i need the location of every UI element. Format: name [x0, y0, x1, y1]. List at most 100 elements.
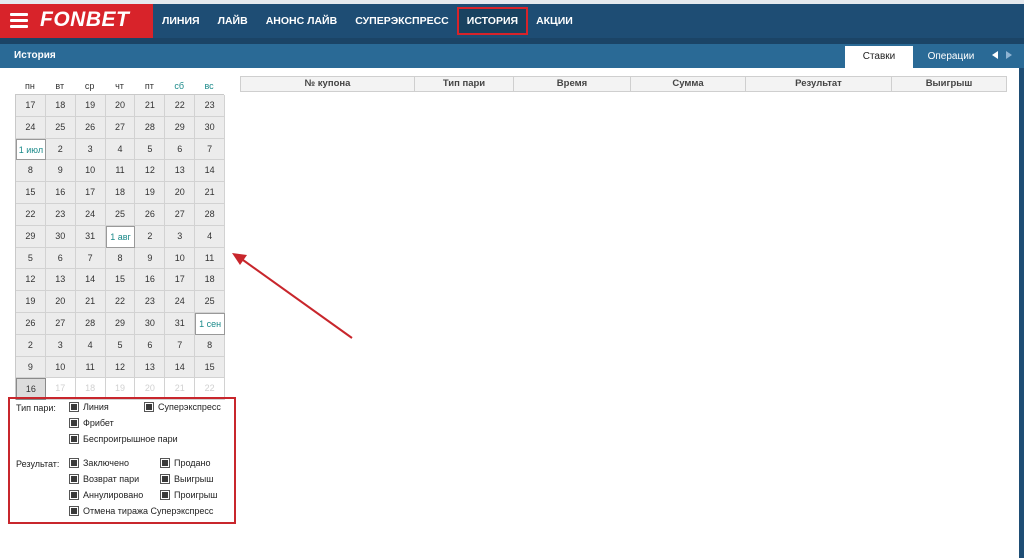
calendar-day[interactable]: 9 — [16, 356, 46, 379]
col-winnings[interactable]: Выигрыш — [892, 77, 1006, 91]
calendar-day[interactable]: 16 — [45, 182, 76, 204]
calendar-day[interactable]: 1 сен — [195, 312, 226, 335]
calendar-day[interactable]: 29 — [16, 225, 46, 248]
calendar-day[interactable]: 17 — [165, 269, 196, 292]
filter-line-checkbox[interactable]: Линия — [69, 402, 109, 412]
calendar-day[interactable]: 3 — [45, 334, 76, 357]
calendar-day[interactable]: 30 — [135, 312, 166, 335]
nav-promotions[interactable]: АКЦИИ — [527, 8, 582, 34]
calendar-day[interactable]: 11 — [105, 160, 136, 183]
filter-nolose-checkbox[interactable]: Беспроигрышное пари — [69, 434, 178, 444]
calendar-day[interactable]: 7 — [165, 334, 196, 357]
col-result[interactable]: Результат — [746, 77, 892, 91]
calendar-day[interactable]: 3 — [165, 225, 196, 248]
calendar-day[interactable]: 15 — [105, 269, 136, 292]
calendar-day[interactable]: 5 — [135, 138, 166, 161]
calendar-day[interactable]: 31 — [75, 225, 106, 248]
calendar-day[interactable]: 19 — [75, 95, 106, 117]
calendar-day[interactable]: 26 — [75, 116, 106, 139]
calendar-day[interactable]: 21 — [195, 182, 226, 204]
calendar-day[interactable]: 2 — [45, 138, 76, 161]
calendar-day[interactable]: 18 — [45, 95, 76, 117]
calendar-day[interactable]: 26 — [16, 312, 46, 335]
calendar-day[interactable]: 1 июл — [16, 138, 46, 161]
calendar-day[interactable]: 24 — [75, 203, 106, 226]
calendar-day[interactable]: 28 — [195, 203, 226, 226]
col-time[interactable]: Время — [514, 77, 631, 91]
calendar-day[interactable]: 27 — [165, 203, 196, 226]
calendar-day[interactable]: 5 — [105, 334, 136, 357]
calendar-day[interactable]: 14 — [195, 160, 226, 183]
calendar-day[interactable]: 11 — [75, 356, 106, 379]
calendar-day[interactable]: 24 — [165, 291, 196, 313]
nav-history[interactable]: ИСТОРИЯ — [456, 7, 529, 35]
col-bet-type[interactable]: Тип пари — [415, 77, 514, 91]
calendar-day[interactable]: 10 — [45, 356, 76, 379]
calendar-day[interactable]: 22 — [165, 95, 196, 117]
calendar-day[interactable]: 22 — [16, 203, 46, 226]
filter-win-checkbox[interactable]: Выигрыш — [160, 474, 213, 484]
filter-refund-checkbox[interactable]: Возврат пари — [69, 474, 139, 484]
calendar-day[interactable]: 12 — [105, 356, 136, 379]
calendar-day[interactable]: 13 — [165, 160, 196, 183]
nav-line[interactable]: ЛИНИЯ — [153, 8, 209, 34]
filter-draw-cancel-checkbox[interactable]: Отмена тиража Суперэкспресс — [69, 506, 213, 516]
calendar-day[interactable]: 23 — [135, 291, 166, 313]
col-coupon-number[interactable]: № купона — [241, 77, 415, 91]
calendar-day[interactable]: 23 — [195, 95, 226, 117]
calendar-day[interactable]: 16 — [135, 269, 166, 292]
col-amount[interactable]: Сумма — [631, 77, 746, 91]
calendar-day[interactable]: 11 — [195, 247, 226, 270]
scroll-left-icon[interactable] — [992, 51, 998, 59]
calendar-day[interactable]: 6 — [135, 334, 166, 357]
calendar-day[interactable]: 3 — [75, 138, 106, 161]
filter-loss-checkbox[interactable]: Проигрыш — [160, 490, 217, 500]
calendar-day[interactable]: 17 — [16, 95, 46, 117]
calendar-day[interactable]: 20 — [165, 182, 196, 204]
nav-superexpress[interactable]: СУПЕРЭКСПРЕСС — [346, 8, 458, 34]
calendar-day[interactable]: 1 авг — [105, 225, 136, 248]
calendar-day[interactable]: 17 — [75, 182, 106, 204]
calendar-day[interactable]: 8 — [195, 334, 226, 357]
filter-concluded-checkbox[interactable]: Заключено — [69, 458, 129, 468]
calendar-day[interactable]: 30 — [195, 116, 226, 139]
scroll-right-icon[interactable] — [1006, 51, 1012, 59]
calendar-day[interactable]: 10 — [75, 160, 106, 183]
calendar-day[interactable]: 18 — [105, 182, 136, 204]
calendar-day[interactable]: 14 — [75, 269, 106, 292]
nav-live-announce[interactable]: АНОНС ЛАЙВ — [257, 8, 347, 34]
calendar-day[interactable]: 2 — [135, 225, 166, 248]
calendar-day[interactable]: 20 — [45, 291, 76, 313]
calendar-day[interactable]: 6 — [45, 247, 76, 270]
calendar-day[interactable]: 13 — [135, 356, 166, 379]
calendar-day[interactable]: 14 — [165, 356, 196, 379]
calendar-day[interactable]: 27 — [105, 116, 136, 139]
calendar-day[interactable]: 9 — [45, 160, 76, 183]
calendar-day[interactable]: 4 — [75, 334, 106, 357]
calendar-day[interactable]: 25 — [105, 203, 136, 226]
calendar-day[interactable]: 20 — [105, 95, 136, 117]
calendar-day[interactable]: 4 — [105, 138, 136, 161]
calendar-day[interactable]: 19 — [16, 291, 46, 313]
calendar-day[interactable]: 29 — [165, 116, 196, 139]
calendar-day[interactable]: 9 — [135, 247, 166, 270]
calendar-day[interactable]: 22 — [105, 291, 136, 313]
tab-operations[interactable]: Операции — [915, 46, 987, 68]
calendar-day[interactable]: 19 — [135, 182, 166, 204]
calendar-day[interactable]: 13 — [45, 269, 76, 292]
calendar-day[interactable]: 25 — [195, 291, 226, 313]
menu-icon[interactable] — [10, 13, 28, 29]
calendar-day[interactable]: 15 — [16, 182, 46, 204]
calendar-day[interactable]: 24 — [16, 116, 46, 139]
filter-freebet-checkbox[interactable]: Фрибет — [69, 418, 114, 428]
tab-bets[interactable]: Ставки — [845, 46, 913, 68]
calendar-day[interactable]: 28 — [135, 116, 166, 139]
calendar-day[interactable]: 21 — [135, 95, 166, 117]
calendar-day[interactable]: 7 — [195, 138, 226, 161]
calendar-day[interactable]: 4 — [195, 225, 226, 248]
calendar-day[interactable]: 28 — [75, 312, 106, 335]
calendar-day[interactable]: 12 — [135, 160, 166, 183]
filter-superexpress-checkbox[interactable]: Суперэкспресс — [144, 402, 221, 412]
calendar-day[interactable]: 26 — [135, 203, 166, 226]
nav-live[interactable]: ЛАЙВ — [209, 8, 257, 34]
